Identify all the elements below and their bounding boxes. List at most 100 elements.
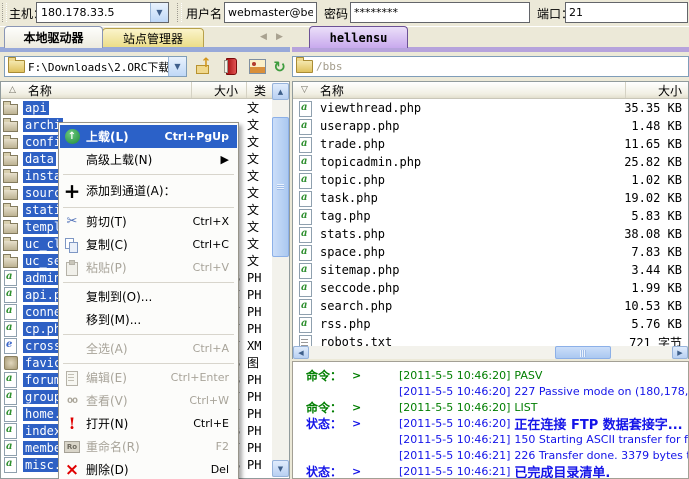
file-name: data bbox=[23, 152, 56, 166]
file-type-icon bbox=[3, 117, 20, 132]
tab-remote-site[interactable]: hellensu bbox=[309, 26, 408, 48]
log-entry-message: LIST bbox=[514, 401, 537, 414]
file-type-icon bbox=[3, 338, 20, 353]
file-type-icon bbox=[298, 173, 315, 188]
local-path-value: F:\Downloads\2.ORC下载\D bbox=[28, 59, 168, 75]
menu-item-label: 编辑(E) bbox=[86, 369, 127, 386]
remote-file-row[interactable]: trade.php 11.65 KB bbox=[293, 135, 688, 153]
toolbar-grip[interactable] bbox=[177, 3, 182, 22]
context-menu-item[interactable] bbox=[60, 171, 237, 177]
remote-horizontal-scrollbar[interactable]: ◀ ▶ bbox=[293, 346, 688, 359]
file-type-icon bbox=[3, 372, 20, 387]
menu-item-shortcut: F2 bbox=[206, 440, 229, 453]
remote-file-row[interactable]: space.php 7.83 KB bbox=[293, 243, 688, 261]
context-menu-item[interactable]: 添加到通道(A)： bbox=[60, 177, 237, 204]
bookmarks-button[interactable] bbox=[220, 56, 243, 77]
log-entry-label: 命令： bbox=[306, 367, 352, 384]
file-type-icon bbox=[3, 168, 20, 183]
context-menu-item[interactable]: 全选(A) Ctrl+A bbox=[60, 337, 237, 360]
scroll-down-icon[interactable]: ▼ bbox=[272, 460, 289, 477]
username-input[interactable] bbox=[224, 2, 317, 23]
menu-item-shortcut: Ctrl+PgUp bbox=[155, 130, 230, 143]
file-type: PH bbox=[240, 458, 272, 472]
remote-file-row[interactable]: userapp.php 1.48 KB bbox=[293, 117, 688, 135]
port-input[interactable] bbox=[565, 2, 688, 23]
tab-scroll-right-icon[interactable]: ▶ bbox=[276, 32, 283, 42]
log-entry-arrow: > bbox=[352, 465, 399, 478]
connection-toolbar: 主机： 180.178.33.5 ▼ 用户名： 密码： 端口： bbox=[0, 0, 689, 27]
host-value: 180.178.33.5 bbox=[37, 6, 150, 19]
context-menu-item[interactable]: 移到(M)... bbox=[60, 308, 237, 331]
remote-file-row[interactable]: search.php 10.53 KB bbox=[293, 297, 688, 315]
context-menu-item[interactable]: 复制(C) Ctrl+C bbox=[60, 233, 237, 256]
context-menu-item[interactable]: 粘贴(P) Ctrl+V bbox=[60, 256, 237, 279]
log-entry: [2011-5-5 10:46:21] 150 Starting ASCII t… bbox=[293, 431, 688, 447]
context-menu-item[interactable] bbox=[60, 331, 237, 337]
file-type-icon bbox=[298, 119, 315, 134]
file-type: 文 bbox=[240, 218, 272, 235]
remote-file-row[interactable]: tag.php 5.83 KB bbox=[293, 207, 688, 225]
file-type: 文 bbox=[240, 99, 272, 116]
file-name: userapp.php bbox=[318, 119, 401, 133]
tab-local-drives[interactable]: 本地驱动器 bbox=[4, 26, 103, 48]
context-menu-item[interactable] bbox=[60, 360, 237, 366]
local-column-size[interactable]: 大小 bbox=[192, 82, 247, 98]
local-path-dropdown-arrow-icon[interactable]: ▼ bbox=[168, 57, 186, 76]
host-combobox[interactable]: 180.178.33.5 ▼ bbox=[36, 2, 169, 23]
toolbar-grip[interactable] bbox=[2, 3, 7, 22]
scroll-left-icon[interactable]: ◀ bbox=[293, 346, 309, 359]
view-button[interactable] bbox=[246, 56, 269, 77]
context-menu-item[interactable]: 删除(D) Del bbox=[60, 458, 237, 479]
local-file-row[interactable]: api 文 bbox=[1, 99, 272, 116]
context-menu-item[interactable]: 编辑(E) Ctrl+Enter bbox=[60, 366, 237, 389]
password-input[interactable] bbox=[350, 2, 530, 23]
tab-site-manager[interactable]: 站点管理器 bbox=[102, 28, 204, 48]
context-menu-item[interactable] bbox=[60, 279, 237, 285]
context-menu-item[interactable]: 查看(V) Ctrl+W bbox=[60, 389, 237, 412]
remote-file-row[interactable]: seccode.php 1.99 KB bbox=[293, 279, 688, 297]
local-vertical-scrollbar[interactable]: ▲ ▼ bbox=[272, 83, 289, 477]
remote-column-size[interactable]: 大小 bbox=[626, 82, 688, 98]
host-dropdown-arrow-icon[interactable]: ▼ bbox=[150, 3, 168, 22]
context-menu-item[interactable]: 剪切(T) Ctrl+X bbox=[60, 210, 237, 233]
context-menu-item[interactable] bbox=[60, 204, 237, 210]
remote-file-row[interactable]: viewthread.php 35.35 KB bbox=[293, 99, 688, 117]
file-name: seccode.php bbox=[318, 281, 401, 295]
tab-scroll-left-icon[interactable]: ◀ bbox=[260, 32, 267, 42]
file-type-icon bbox=[298, 209, 315, 224]
menu-item-icon bbox=[61, 259, 83, 277]
remote-file-row[interactable]: stats.php 38.08 KB bbox=[293, 225, 688, 243]
remote-file-row[interactable]: topicadmin.php 25.82 KB bbox=[293, 153, 688, 171]
file-type-icon bbox=[3, 236, 20, 251]
context-menu-item[interactable]: 复制到(O)... bbox=[60, 285, 237, 308]
log-entry-timestamp: [2011-5-5 10:46:20] bbox=[399, 401, 510, 414]
up-directory-button[interactable] bbox=[192, 56, 215, 77]
context-menu-item[interactable]: 打开(N) Ctrl+E bbox=[60, 412, 237, 435]
context-menu: 上载(L) Ctrl+PgUp 高级上载(N) ▶ 添加到通道(A)： bbox=[58, 122, 239, 479]
remote-file-row[interactable]: task.php 19.02 KB bbox=[293, 189, 688, 207]
scrollbar-thumb[interactable] bbox=[272, 117, 289, 257]
context-menu-item[interactable]: 重命名(R) F2 bbox=[60, 435, 237, 458]
menu-item-icon bbox=[61, 311, 83, 329]
remote-file-row[interactable]: sitemap.php 3.44 KB bbox=[293, 261, 688, 279]
remote-file-row[interactable]: robots.txt 721 字节 bbox=[293, 333, 688, 346]
remote-column-name[interactable]: ▽ 名称 bbox=[293, 82, 626, 98]
scrollbar-thumb[interactable] bbox=[555, 346, 611, 359]
remote-path-box[interactable]: /bbs bbox=[292, 56, 689, 77]
file-type-icon bbox=[298, 137, 315, 152]
menu-item-label: 打开(N) bbox=[86, 415, 128, 432]
file-name: stats.php bbox=[318, 227, 387, 241]
local-path-combobox[interactable]: F:\Downloads\2.ORC下载\D ▼ bbox=[4, 56, 187, 77]
file-type-icon bbox=[3, 406, 20, 421]
remote-file-row[interactable]: topic.php 1.02 KB bbox=[293, 171, 688, 189]
file-type: PH bbox=[240, 288, 272, 302]
refresh-button[interactable]: ↻ bbox=[268, 56, 291, 77]
context-menu-item[interactable]: 上载(L) Ctrl+PgUp bbox=[60, 125, 237, 148]
local-column-name[interactable]: △ 名称 bbox=[1, 82, 192, 98]
context-menu-item[interactable]: 高级上载(N) ▶ bbox=[60, 148, 237, 171]
file-type-icon bbox=[298, 227, 315, 242]
scroll-up-icon[interactable]: ▲ bbox=[272, 83, 289, 100]
remote-file-row[interactable]: rss.php 5.76 KB bbox=[293, 315, 688, 333]
scroll-right-icon[interactable]: ▶ bbox=[672, 346, 688, 359]
local-column-type[interactable]: 类 bbox=[247, 82, 272, 98]
